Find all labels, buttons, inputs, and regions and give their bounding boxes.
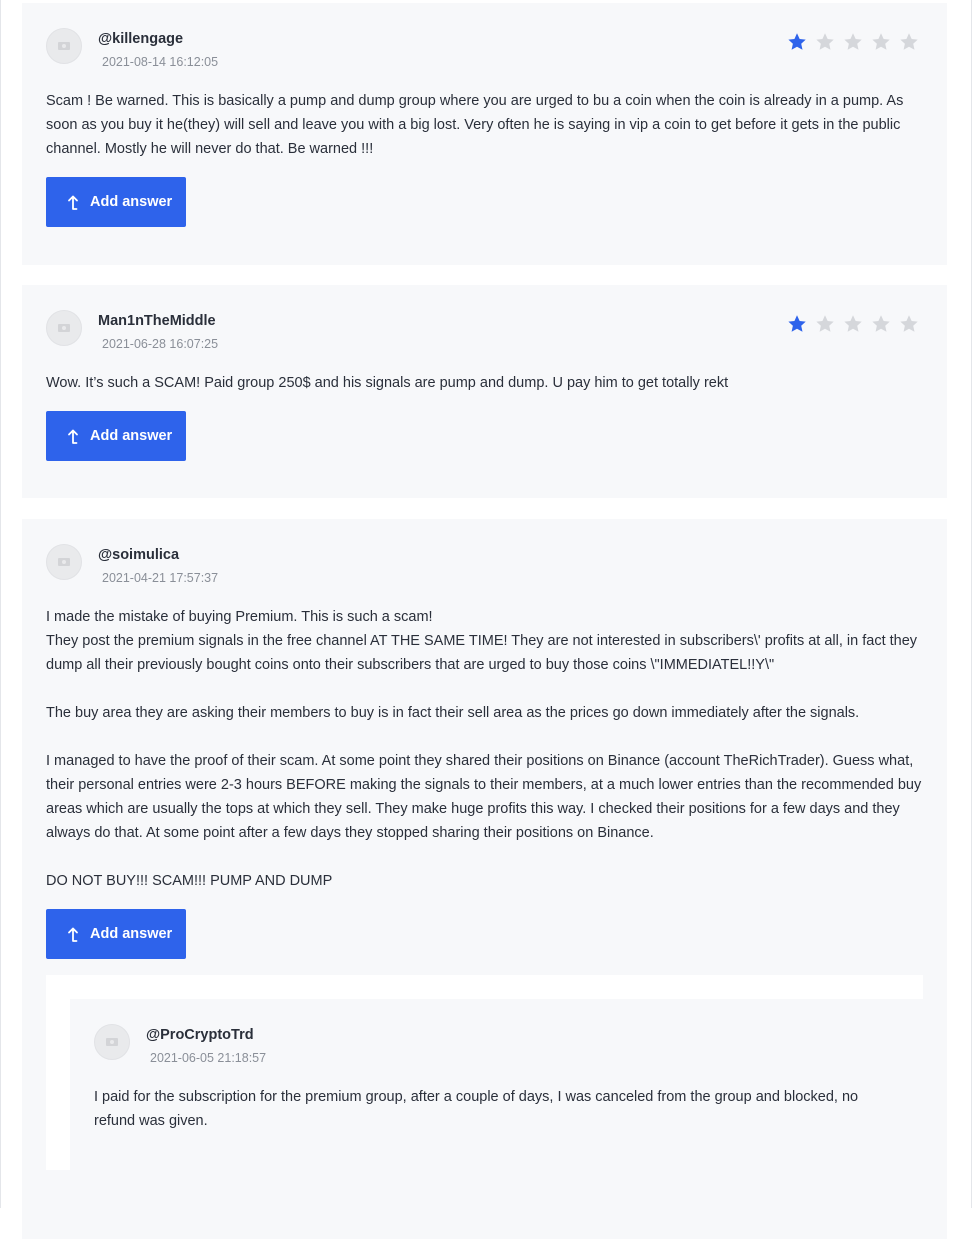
add-answer-label: Add answer	[90, 428, 173, 444]
answer-username[interactable]: @ProCryptoTrd	[146, 1027, 254, 1043]
answer-text: I paid for the subscription for the prem…	[94, 1085, 899, 1133]
star-empty-icon	[842, 31, 864, 53]
avatar-placeholder-icon	[58, 42, 70, 50]
review-paragraph: I managed to have the proof of their sca…	[46, 753, 922, 841]
review-paragraph: Scam ! Be warned. This is basically a pu…	[46, 93, 904, 157]
avatar	[94, 1024, 130, 1060]
review-paragraph: DO NOT BUY!!! SCAM!!! PUMP AND DUMP	[46, 873, 333, 889]
add-answer-button[interactable]: Add answer	[46, 411, 186, 461]
review-header: Man1nTheMiddle 2021-06-28 16:07:25	[46, 309, 923, 359]
review-paragraph: I made the mistake of buying Premium. Th…	[46, 609, 433, 625]
arrow-up-icon	[66, 428, 80, 444]
star-empty-icon	[898, 313, 920, 335]
star-empty-icon	[870, 31, 892, 53]
star-filled-icon	[786, 313, 808, 335]
answers-list: @ProCryptoTrd 2021-06-05 21:18:57 I paid…	[46, 975, 923, 1170]
avatar-placeholder-icon	[58, 558, 70, 566]
arrow-up-icon	[66, 926, 80, 942]
review-header: @killengage 2021-08-14 16:12:05	[46, 27, 923, 77]
review-date: 2021-06-28 16:07:25	[102, 337, 219, 351]
star-rating	[786, 31, 920, 53]
review-username[interactable]: @killengage	[98, 31, 183, 47]
star-filled-icon	[786, 31, 808, 53]
answer-card: @ProCryptoTrd 2021-06-05 21:18:57 I paid…	[70, 999, 923, 1170]
review-username[interactable]: @soimulica	[98, 547, 179, 563]
review-date: 2021-08-14 16:12:05	[102, 55, 219, 69]
avatar	[46, 28, 82, 64]
review-paragraph: The buy area they are asking their membe…	[46, 705, 860, 721]
page-frame-left	[0, 0, 1, 1208]
avatar	[46, 310, 82, 346]
avatar	[46, 544, 82, 580]
review-username[interactable]: Man1nTheMiddle	[98, 313, 216, 329]
answer-paragraph: I paid for the subscription for the prem…	[94, 1089, 859, 1129]
review-card: @soimulica 2021-04-21 17:57:37 I made th…	[22, 519, 947, 1239]
star-empty-icon	[898, 31, 920, 53]
star-empty-icon	[814, 31, 836, 53]
review-text: Wow. It’s such a SCAM! Paid group 250$ a…	[46, 371, 923, 395]
add-answer-label: Add answer	[90, 926, 173, 942]
add-answer-button[interactable]: Add answer	[46, 909, 186, 959]
review-text: I made the mistake of buying Premium. Th…	[46, 605, 923, 893]
answer-header: @ProCryptoTrd 2021-06-05 21:18:57	[94, 1023, 899, 1073]
review-text: Scam ! Be warned. This is basically a pu…	[46, 89, 923, 161]
review-paragraph: They post the premium signals in the fre…	[46, 633, 918, 673]
avatar-placeholder-icon	[106, 1038, 118, 1046]
review-header: @soimulica 2021-04-21 17:57:37	[46, 543, 923, 593]
add-answer-label: Add answer	[90, 194, 173, 210]
review-paragraph: Wow. It’s such a SCAM! Paid group 250$ a…	[46, 375, 729, 391]
review-card: Man1nTheMiddle 2021-06-28 16:07:25 Wow. …	[22, 285, 947, 498]
review-date: 2021-04-21 17:57:37	[102, 571, 219, 585]
add-answer-button[interactable]: Add answer	[46, 177, 186, 227]
avatar-placeholder-icon	[58, 324, 70, 332]
star-empty-icon	[842, 313, 864, 335]
star-empty-icon	[814, 313, 836, 335]
arrow-up-icon	[66, 194, 80, 210]
star-empty-icon	[870, 313, 892, 335]
review-card: @killengage 2021-08-14 16:12:05 Scam ! B…	[22, 3, 947, 265]
star-rating	[786, 313, 920, 335]
answer-date: 2021-06-05 21:18:57	[150, 1051, 267, 1065]
